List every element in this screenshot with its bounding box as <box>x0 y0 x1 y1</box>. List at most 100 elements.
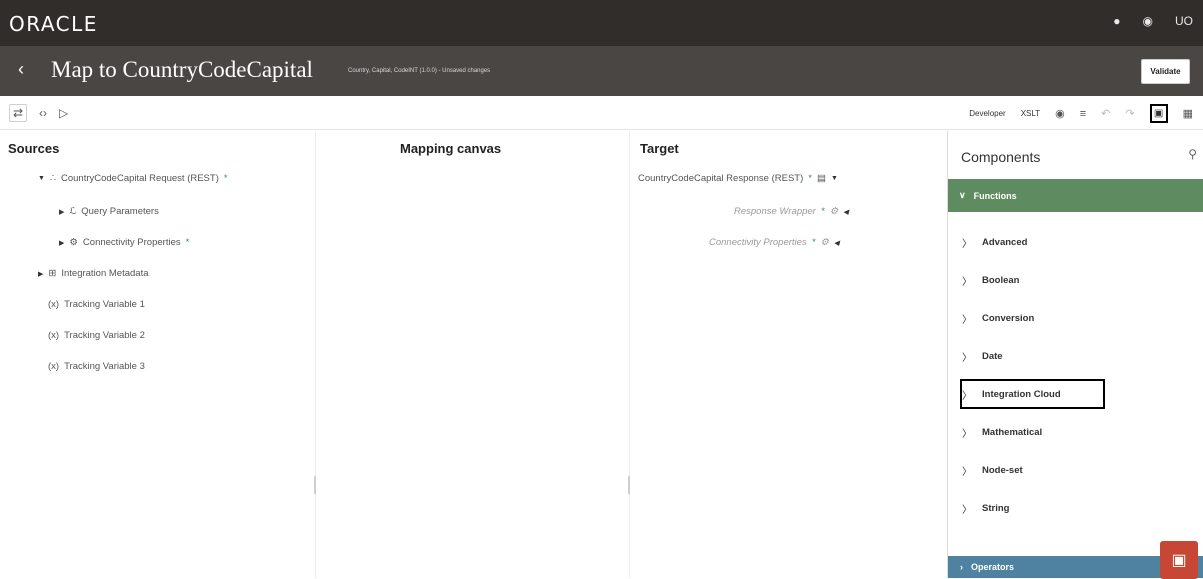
sources-heading: Sources <box>8 141 60 156</box>
functions-label: Functions <box>973 190 1017 201</box>
settings-icon[interactable]: ⚙ <box>820 237 829 248</box>
variable-icon: (x) <box>48 330 60 341</box>
tree-node[interactable]: ▶ ⚙ Connectivity Properties * <box>59 237 189 248</box>
caret-left-icon[interactable]: ◀ <box>834 239 839 247</box>
function-category-integration-cloud[interactable]: 〉 Integration Cloud <box>962 387 1061 402</box>
parameter-icon: ℒ <box>69 206 77 217</box>
required-marker: * <box>811 237 816 248</box>
tree-node[interactable]: (x) Tracking Variable 1 <box>48 299 145 310</box>
function-category[interactable]: 〉 String <box>962 501 1009 516</box>
function-category[interactable]: 〉 Conversion <box>962 311 1034 326</box>
variable-icon: (x) <box>48 299 60 310</box>
tree-label: Response Wrapper <box>734 206 816 217</box>
category-label: Mathematical <box>982 427 1043 438</box>
panel-icon[interactable]: ▣ <box>1149 104 1168 123</box>
category-label: Node-set <box>982 465 1023 476</box>
chat-icon[interactable]: ▣ <box>1160 541 1198 579</box>
redo-icon[interactable]: ↷ <box>1125 107 1134 120</box>
chevron-right-icon: › <box>960 562 963 572</box>
functions-accordion[interactable]: ∨ Functions <box>948 179 1203 212</box>
caret-right-icon[interactable]: ▶ <box>59 208 64 216</box>
tree-node[interactable]: CountryCodeCapital Response (REST) * ▤ ▼ <box>638 173 838 184</box>
required-marker: * <box>808 173 812 184</box>
operators-label: Operators <box>971 562 1015 572</box>
category-label: Integration Cloud <box>982 389 1061 400</box>
chevron-right-icon: 〉 <box>962 353 972 364</box>
chevron-right-icon: 〉 <box>962 277 972 288</box>
tree-node[interactable]: ▼ ∴ CountryCodeCapital Request (REST) * <box>38 173 228 184</box>
sources-panel: Sources ▼ ∴ CountryCodeCapital Request (… <box>0 131 316 578</box>
components-title: Components <box>961 149 1041 165</box>
play-icon[interactable]: ▷ <box>59 106 68 120</box>
function-category[interactable]: 〉 Node-set <box>962 463 1023 478</box>
mapping-canvas[interactable]: Mapping canvas <box>316 131 630 578</box>
target-panel: Target CountryCodeCapital Response (REST… <box>630 131 948 578</box>
mapping-canvas-heading: Mapping canvas <box>400 141 502 156</box>
tree-label: CountryCodeCapital Response (REST) <box>638 173 804 184</box>
function-category[interactable]: 〉 Advanced <box>962 235 1027 250</box>
rest-icon: ∴ <box>49 173 56 184</box>
top-icons: ● ◉ UO <box>1113 14 1193 28</box>
tree-node[interactable]: (x) Tracking Variable 3 <box>48 361 145 372</box>
tree-label: Connectivity Properties <box>82 237 181 248</box>
required-marker: * <box>185 237 190 248</box>
chevron-right-icon: 〉 <box>962 467 972 478</box>
function-category[interactable]: 〉 Boolean <box>962 273 1019 288</box>
swap-icon[interactable]: ⇄ <box>9 104 27 122</box>
tree-node[interactable]: (x) Tracking Variable 2 <box>48 330 145 341</box>
gear-icon: ⚙ <box>69 237 78 248</box>
page-subtitle: Country, Capital, CodeINT (1.0.0) - Unsa… <box>348 68 491 74</box>
search-icon[interactable]: ⚲ <box>1188 147 1197 161</box>
chevron-right-icon: 〉 <box>962 391 972 402</box>
document-icon[interactable]: ▤ <box>817 173 826 184</box>
top-bar: ORACLE ● ◉ UO <box>0 0 1203 46</box>
chevron-down-icon: ∨ <box>959 190 966 200</box>
bell-icon[interactable]: ● <box>1113 14 1120 28</box>
developer-toggle[interactable]: Developer <box>969 109 1005 118</box>
category-label: Date <box>982 351 1003 362</box>
caret-right-icon[interactable]: ▶ <box>59 239 64 247</box>
tree-node[interactable]: ▶ ℒ Query Parameters <box>59 206 159 217</box>
tree-label: Query Parameters <box>81 206 159 217</box>
chevron-left-icon[interactable]: ‹ <box>18 59 24 80</box>
category-label: Advanced <box>982 237 1028 248</box>
eye-icon[interactable]: ◉ <box>1055 107 1065 120</box>
tree-node[interactable]: Connectivity Properties * ⚙ ◀ <box>709 237 839 248</box>
caret-left-icon[interactable]: ◀ <box>843 208 848 216</box>
category-label: String <box>982 503 1010 514</box>
target-heading: Target <box>640 141 679 156</box>
caret-down-icon[interactable]: ▼ <box>38 175 45 182</box>
help-icon[interactable]: ◉ <box>1143 14 1153 28</box>
user-avatar[interactable]: UO <box>1175 14 1193 28</box>
tree-label: Integration Metadata <box>61 268 149 279</box>
page-title: Map to CountryCodeCapital <box>51 57 313 82</box>
tree-label: Tracking Variable 2 <box>64 330 145 341</box>
grid-icon: ⊞ <box>48 268 57 279</box>
function-category[interactable]: 〉 Date <box>962 349 1003 364</box>
category-label: Boolean <box>982 275 1020 286</box>
tree-label: CountryCodeCapital Request (REST) <box>60 173 219 184</box>
chevron-right-icon: 〉 <box>962 505 972 516</box>
oracle-logo: ORACLE <box>9 12 98 36</box>
validate-button[interactable]: Validate <box>1141 59 1190 84</box>
caret-right-icon[interactable]: ▶ <box>38 270 43 278</box>
settings-icon[interactable]: ⚙ <box>830 206 839 217</box>
function-category[interactable]: 〉 Mathematical <box>962 425 1042 440</box>
caret-down-icon[interactable]: ▼ <box>831 175 838 182</box>
chevron-right-icon: 〉 <box>962 239 972 250</box>
required-marker: * <box>223 173 228 184</box>
title-bar: ‹ Map to CountryCodeCapital Country, Cap… <box>0 46 1203 96</box>
tree-node[interactable]: Response Wrapper * ⚙ ◀ <box>734 206 848 217</box>
components-panel: Components ⚲ ∨ Functions 〉 Advanced 〉 Bo… <box>948 131 1203 579</box>
expand-icon[interactable]: ▦ <box>1183 107 1193 120</box>
code-icon[interactable]: ‹› <box>39 106 47 120</box>
mapper-toolbar: ⇄ ‹› ▷ Developer XSLT ◉ ≡ ↶ ↷ ▣ ▦ <box>0 96 1203 130</box>
tree-label: Tracking Variable 1 <box>64 299 145 310</box>
tree-label: Tracking Variable 3 <box>64 361 145 372</box>
filter-icon[interactable]: ≡ <box>1080 108 1086 120</box>
xslt-toggle[interactable]: XSLT <box>1021 109 1040 118</box>
undo-icon[interactable]: ↶ <box>1101 107 1110 120</box>
chevron-right-icon: 〉 <box>962 429 972 440</box>
tree-node[interactable]: ▶ ⊞ Integration Metadata <box>38 268 149 279</box>
tree-label: Connectivity Properties <box>709 237 807 248</box>
